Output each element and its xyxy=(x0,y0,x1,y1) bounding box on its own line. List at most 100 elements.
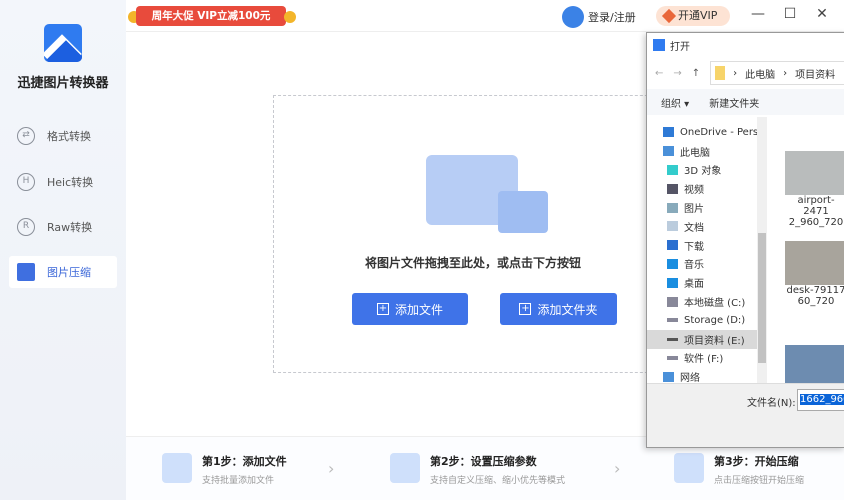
label: 格式转换 xyxy=(47,130,91,143)
tree-item[interactable]: 文档 xyxy=(647,217,767,236)
open-file-dialog: 打开 ← → ↑ › 此电脑 › 项目资料 组织 ▾ 新建文件夹 OneDrive - Pe… xyxy=(646,32,844,448)
sidebar-item-format[interactable]: ⇄ 格式转换 xyxy=(9,120,117,152)
minimize-button[interactable]: — xyxy=(748,6,768,26)
tree-item[interactable]: 3D 对象 xyxy=(647,161,767,180)
tree-item[interactable]: 图片 xyxy=(647,198,767,217)
diamond-icon xyxy=(661,8,677,24)
app-name: 迅捷图片转换器 xyxy=(17,76,109,91)
file-name: airport-2471 2_960_720 xyxy=(788,195,844,228)
folder-icon xyxy=(715,66,726,80)
picture-icon xyxy=(667,202,678,213)
organize-menu[interactable]: 组织 ▾ xyxy=(661,95,689,110)
dialog-title: 打开 xyxy=(670,41,690,53)
back-icon[interactable]: ← xyxy=(655,68,663,79)
thumbnail xyxy=(785,151,844,195)
sidebar-item-compress[interactable]: 图片压缩 xyxy=(9,256,117,288)
step-title: 第2步：设置压缩参数 xyxy=(430,455,537,468)
step-2: 第2步：设置压缩参数支持自定义压缩、缩小优先等模式 xyxy=(390,453,565,486)
login-label: 登录/注册 xyxy=(588,11,636,24)
image-compress-icon xyxy=(17,263,35,281)
tree-item[interactable]: 本地磁盘 (C:) xyxy=(647,292,767,311)
path-segment[interactable]: 此电脑 xyxy=(745,66,775,81)
forward-icon[interactable]: → xyxy=(673,68,681,79)
file-name: desk-79117 60_720 xyxy=(786,285,844,307)
tree-item[interactable]: OneDrive - Pers xyxy=(647,123,767,142)
desktop-icon xyxy=(667,277,678,288)
raw-icon: R xyxy=(17,218,35,236)
video-icon xyxy=(667,183,678,194)
step-desc: 支持自定义压缩、缩小优先等模式 xyxy=(430,476,566,486)
add-file-icon xyxy=(162,453,192,483)
close-button[interactable]: ✕ xyxy=(812,6,832,26)
sidebar-item-heic[interactable]: H Heic转换 xyxy=(9,166,117,198)
tree-item[interactable]: 视频 xyxy=(647,179,767,198)
step-desc: 支持批量添加文件 xyxy=(202,476,275,486)
label: 视频 xyxy=(684,185,704,197)
step-desc: 点击压缩按钮开始压缩 xyxy=(714,476,805,486)
filename-input[interactable]: 1662_960 xyxy=(797,389,844,411)
label: 图片压缩 xyxy=(47,266,91,279)
vip-button[interactable]: 开通VIP xyxy=(656,6,730,26)
compress-icon xyxy=(674,453,704,483)
label: Raw转换 xyxy=(47,221,93,234)
drive-icon xyxy=(667,337,678,341)
filename-value: 1662_960 xyxy=(800,394,844,405)
tree-item[interactable]: 音乐 xyxy=(647,255,767,274)
download-icon xyxy=(667,240,678,251)
tree-item[interactable]: 桌面 xyxy=(647,273,767,292)
file-item[interactable]: desk-79117 60_720 xyxy=(785,241,844,323)
scrollbar-thumb[interactable] xyxy=(758,233,766,363)
up-icon[interactable]: ↑ xyxy=(692,68,700,79)
network-icon xyxy=(663,371,674,382)
drop-zone[interactable] xyxy=(273,95,673,373)
label: 文档 xyxy=(684,222,704,234)
3d-icon xyxy=(667,164,678,175)
label: 项目资料 (E:) xyxy=(684,335,745,347)
topbar: 周年大促 VIP立减100元 登录/注册 开通VIP — ☐ ✕ xyxy=(126,0,844,32)
tree-item[interactable]: Storage (D:) xyxy=(647,311,767,330)
filename-label: 文件名(N): xyxy=(747,398,796,409)
label: 图片 xyxy=(684,204,704,216)
label: Heic转换 xyxy=(47,176,94,189)
chevron-right-icon: › xyxy=(614,459,621,478)
heic-icon: H xyxy=(17,173,35,191)
file-item[interactable]: airport-2471 2_960_720 xyxy=(785,151,844,233)
label: Storage (D:) xyxy=(684,314,746,326)
login-button[interactable]: 登录/注册 xyxy=(562,6,636,28)
path-segment[interactable]: 项目资料 xyxy=(795,66,835,81)
address-bar: ← → ↑ › 此电脑 › 项目资料 xyxy=(647,57,844,89)
tree-item[interactable]: 此电脑 xyxy=(647,142,767,161)
add-folder-button[interactable]: + 添加文件夹 xyxy=(500,293,617,325)
format-convert-icon: ⇄ xyxy=(17,127,35,145)
coin-icon xyxy=(284,11,296,23)
document-icon xyxy=(667,221,678,232)
chevron-right-icon: › xyxy=(328,459,335,478)
avatar xyxy=(562,6,584,28)
add-file-button[interactable]: + 添加文件 xyxy=(352,293,468,325)
label: 网络 xyxy=(680,373,700,385)
music-icon xyxy=(667,258,678,269)
plus-icon: + xyxy=(376,303,389,315)
gear-icon xyxy=(390,453,420,483)
label: OneDrive - Pers xyxy=(680,126,759,138)
step-1: 第1步：添加文件 支持批量添加文件 xyxy=(162,453,287,486)
label: 3D 对象 xyxy=(684,166,722,178)
maximize-button[interactable]: ☐ xyxy=(780,6,800,26)
dialog-titlebar: 打开 xyxy=(647,33,844,57)
new-folder-button[interactable]: 新建文件夹 xyxy=(709,95,759,110)
tree-item[interactable]: 下载 xyxy=(647,236,767,255)
filename-bar: 文件名(N): 1662_960 xyxy=(647,383,844,447)
path-box[interactable]: › 此电脑 › 项目资料 xyxy=(710,61,844,85)
sidebar-item-raw[interactable]: R Raw转换 xyxy=(9,211,117,243)
label: 添加文件 xyxy=(394,302,443,317)
tree-item[interactable]: 软件 (F:) xyxy=(647,349,767,368)
dialog-toolbar: 组织 ▾ 新建文件夹 xyxy=(647,89,844,115)
nav-tree: OneDrive - Pers 此电脑 3D 对象 视频 图片 文档 下载 音乐… xyxy=(647,117,767,387)
tree-item-selected[interactable]: 项目资料 (E:) xyxy=(647,329,767,349)
plus-icon: + xyxy=(519,303,532,315)
image-icon xyxy=(498,191,548,233)
step-3: 第3步：开始压缩 点击压缩按钮开始压缩 xyxy=(674,453,804,486)
label: 桌面 xyxy=(684,279,704,291)
promo-banner[interactable]: 周年大促 VIP立减100元 xyxy=(136,6,286,26)
label: 音乐 xyxy=(684,260,704,272)
